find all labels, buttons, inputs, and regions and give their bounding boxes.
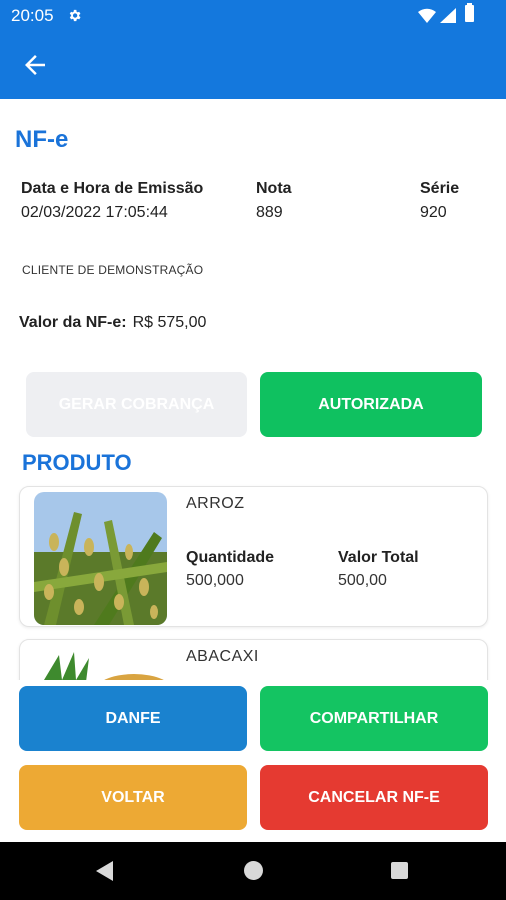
serie-label: Série bbox=[420, 180, 460, 197]
client-name: CLIENTE DE DEMONSTRAÇÃO bbox=[22, 263, 204, 277]
valor-value: R$ 575,00 bbox=[132, 314, 207, 331]
back-arrow-icon[interactable] bbox=[20, 50, 50, 80]
nav-back-icon[interactable] bbox=[96, 861, 113, 881]
nav-recents-icon[interactable] bbox=[391, 862, 408, 879]
produto-section-title: PRODUTO bbox=[22, 450, 132, 475]
battery-icon bbox=[465, 3, 474, 22]
danfe-button[interactable]: DANFE bbox=[19, 686, 247, 751]
page-title: NF-e bbox=[15, 126, 69, 153]
status-time: 20:05 bbox=[11, 6, 54, 25]
voltar-button[interactable]: VOLTAR bbox=[19, 765, 247, 830]
product-name: ABACAXI bbox=[186, 648, 259, 665]
settings-gear-icon bbox=[69, 9, 81, 22]
emissao-value: 02/03/2022 17:05:44 bbox=[21, 204, 168, 221]
cancelar-nfe-button[interactable]: CANCELAR NF-E bbox=[260, 765, 488, 830]
valor-label: Valor da NF-e: bbox=[19, 314, 127, 331]
nota-value: 889 bbox=[256, 204, 283, 221]
product-image-arroz bbox=[34, 492, 167, 625]
serie-value: 920 bbox=[420, 204, 447, 221]
system-nav-bar bbox=[0, 842, 506, 900]
nav-home-icon[interactable] bbox=[244, 861, 263, 880]
quantidade-label: Quantidade bbox=[186, 549, 275, 566]
autorizada-status-button[interactable]: AUTORIZADA bbox=[260, 372, 482, 437]
product-name: ARROZ bbox=[186, 495, 245, 512]
product-card[interactable]: ARROZ Quantidade 500,000 Valor Total 500… bbox=[19, 486, 488, 627]
app-bar: 20:05 bbox=[0, 0, 506, 99]
valor-total-label: Valor Total bbox=[338, 549, 419, 566]
nota-column: Nota 889 bbox=[256, 180, 292, 222]
gerar-cobranca-button[interactable]: GERAR COBRANÇA bbox=[26, 372, 247, 437]
serie-column: Série 920 bbox=[420, 180, 459, 222]
emissao-column: Data e Hora de Emissão 02/03/2022 17:05:… bbox=[21, 180, 203, 222]
wifi-icon bbox=[418, 8, 436, 23]
quantidade-value: 500,000 bbox=[186, 572, 244, 589]
valor-nfe: Valor da NF-e: R$ 575,00 bbox=[19, 314, 206, 332]
screen: 20:05 NF-e Data e Hora de Emissão 02/03/… bbox=[0, 0, 506, 900]
nota-label: Nota bbox=[256, 180, 292, 197]
emissao-label: Data e Hora de Emissão bbox=[21, 180, 204, 197]
compartilhar-button[interactable]: COMPARTILHAR bbox=[260, 686, 488, 751]
signal-icon bbox=[440, 8, 456, 23]
valor-total-value: 500,00 bbox=[338, 572, 387, 589]
